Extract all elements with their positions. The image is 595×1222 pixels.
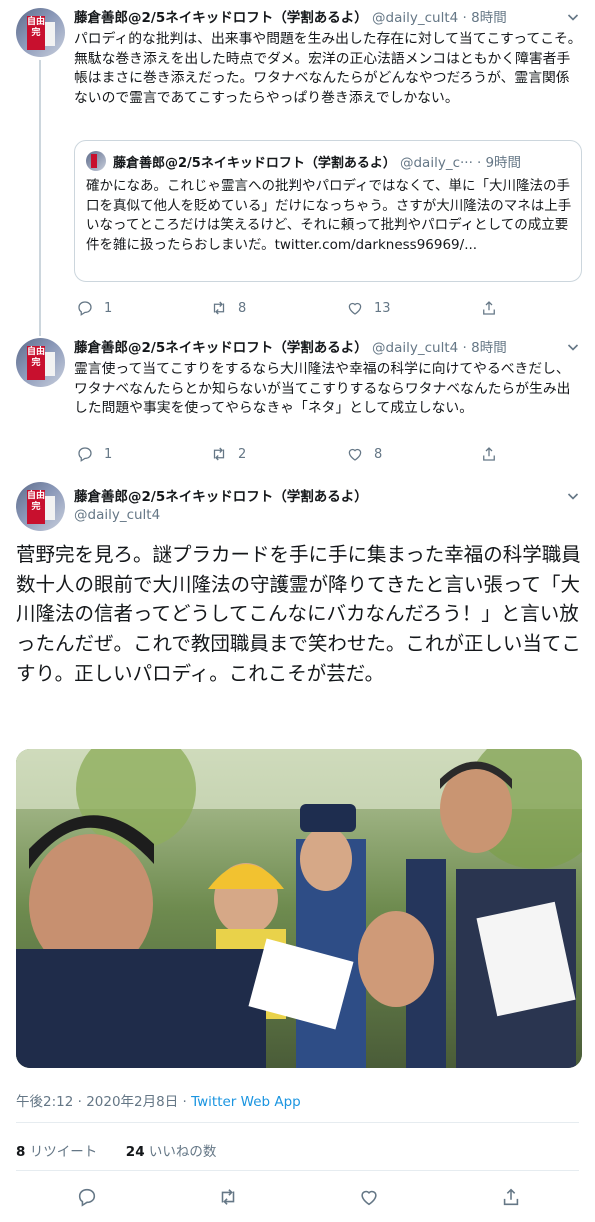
main-tweet-author: 藤倉善郎@2/5ネイキッドロフト（学割あるよ） @daily_cult4 [74, 488, 368, 524]
reply-count: 1 [104, 446, 113, 462]
retweet-count: 2 [238, 446, 247, 462]
user-handle[interactable]: @daily_cult4 [372, 340, 458, 356]
tweet-time[interactable]: 8時間 [471, 340, 507, 356]
main-avatar[interactable]: 自由完 [16, 482, 65, 531]
avatar[interactable]: 自由完 [16, 8, 65, 57]
chevron-down-icon[interactable] [567, 490, 579, 502]
quote-avatar [86, 151, 106, 171]
like-count: 8 [374, 446, 383, 462]
tweet-text: パロディ的な批判は、出来事や問題を生み出した存在に対して当てこすってこそ。無駄な… [74, 31, 582, 106]
tweet-stats: 8 リツイート 24 いいねの数 [16, 1140, 216, 1160]
avatar[interactable]: 自由完 [16, 338, 65, 387]
like-button[interactable]: 13 [346, 298, 391, 318]
quote-header: 藤倉善郎@2/5ネイキッドロフト（学割あるよ） @daily_c··· · 9時… [113, 151, 521, 171]
share-icon [483, 301, 495, 315]
like-stat-label: いいねの数 [144, 1144, 217, 1160]
like-stat[interactable]: 24 いいねの数 [126, 1144, 217, 1160]
avatar-logo-text: 自由完 [27, 16, 45, 50]
quote-user-handle: @daily_c··· [399, 155, 473, 171]
share-button[interactable] [480, 298, 498, 318]
tweet-meta: 午後2:12 · 2020年2月8日 · Twitter Web App [16, 1090, 301, 1110]
tweet-photo[interactable] [16, 749, 582, 1068]
reply-button[interactable] [76, 1186, 100, 1210]
tweet-text: 霊言使って当てこすりをするなら大川隆法や幸福の科学に向けてやるべきだし、ワタナベ… [74, 361, 571, 416]
main-tweet-actions [16, 1186, 579, 1212]
retweet-stat-count: 8 [16, 1144, 26, 1160]
tweet-header: 藤倉善郎@2/5ネイキッドロフト（学割あるよ） @daily_cult4 · 8… [74, 339, 507, 357]
share-icon [483, 447, 495, 461]
share-button[interactable] [500, 1186, 524, 1210]
reply-button[interactable]: 1 [76, 444, 112, 464]
share-icon [503, 1188, 519, 1206]
reply-icon [78, 447, 92, 462]
avatar-logo-text: 自由完 [27, 490, 45, 524]
retweet-button[interactable]: 8 [210, 298, 246, 318]
avatar-sign [45, 496, 55, 520]
quote-text: 確かになあ。これじゃ霊言への批判やパロディではなくて、単に「大川隆法の手口を真似… [86, 178, 572, 253]
like-count: 13 [374, 300, 391, 316]
retweet-stat[interactable]: 8 リツイート [16, 1144, 97, 1160]
tweet-time[interactable]: 8時間 [471, 10, 507, 26]
retweet-icon [221, 1189, 235, 1205]
tweet-header: 藤倉善郎@2/5ネイキッドロフト（学割あるよ） @daily_cult4 · 8… [74, 9, 507, 27]
user-name[interactable]: 藤倉善郎@2/5ネイキッドロフト（学割あるよ） [74, 340, 368, 356]
separator-dot: · [462, 340, 467, 356]
quote-user-name: 藤倉善郎@2/5ネイキッドロフト（学割あるよ） [113, 156, 396, 171]
like-icon [348, 302, 362, 315]
reply-icon [78, 1188, 96, 1207]
reply-icon [78, 301, 92, 316]
tweet-source[interactable]: Twitter Web App [191, 1094, 301, 1110]
thread-line [39, 328, 41, 336]
like-stat-count: 24 [125, 1144, 145, 1160]
user-handle[interactable]: @daily_cult4 [74, 506, 368, 524]
retweet-stat-label: リツイート [25, 1144, 98, 1160]
user-handle[interactable]: @daily_cult4 [372, 10, 458, 26]
avatar-logo-text: 自由完 [27, 346, 45, 380]
like-icon [348, 448, 362, 461]
quoted-tweet[interactable]: 藤倉善郎@2/5ネイキッドロフト（学割あるよ） @daily_c··· · 9時… [74, 140, 582, 282]
tweet-actions: 1 8 13 [74, 298, 504, 318]
retweet-button[interactable]: 2 [210, 444, 246, 464]
avatar-sign [45, 22, 55, 46]
main-tweet-text: 菅野完を見ろ。謎プラカードを手に手に集まった幸福の科学職員数十人の眼前で大川隆法… [16, 543, 581, 685]
photo-illustration [16, 749, 582, 1068]
thread-tweet-1[interactable]: 自由完 藤倉善郎@2/5ネイキッドロフト（学割あるよ） @daily_cult4… [0, 0, 595, 332]
like-icon [361, 1190, 377, 1206]
reply-count: 1 [104, 300, 113, 316]
quote-time: 9時間 [485, 155, 522, 171]
chevron-down-icon[interactable] [567, 341, 579, 353]
share-button[interactable] [480, 444, 498, 464]
like-button[interactable] [358, 1186, 382, 1210]
retweet-icon [213, 301, 225, 315]
tweet-timestamp[interactable]: 午後2:12 · 2020年2月8日 · [16, 1094, 191, 1110]
retweet-icon [213, 447, 225, 461]
like-button[interactable]: 8 [346, 444, 382, 464]
reply-button[interactable]: 1 [76, 298, 112, 318]
chevron-down-icon[interactable] [567, 11, 579, 23]
avatar-sign [45, 352, 55, 376]
tweet-actions: 1 2 8 [74, 444, 504, 464]
separator-dot: · [477, 155, 482, 171]
user-name[interactable]: 藤倉善郎@2/5ネイキッドロフト（学割あるよ） [74, 10, 368, 26]
retweet-button[interactable] [217, 1186, 241, 1210]
thread-line [39, 60, 41, 332]
retweet-count: 8 [238, 300, 247, 316]
divider [16, 1170, 579, 1171]
user-name[interactable]: 藤倉善郎@2/5ネイキッドロフト（学割あるよ） [74, 488, 368, 506]
thread-tweet-2[interactable]: 自由完 藤倉善郎@2/5ネイキッドロフト（学割あるよ） @daily_cult4… [0, 328, 595, 470]
divider [16, 1122, 579, 1123]
separator-dot: · [462, 10, 467, 26]
